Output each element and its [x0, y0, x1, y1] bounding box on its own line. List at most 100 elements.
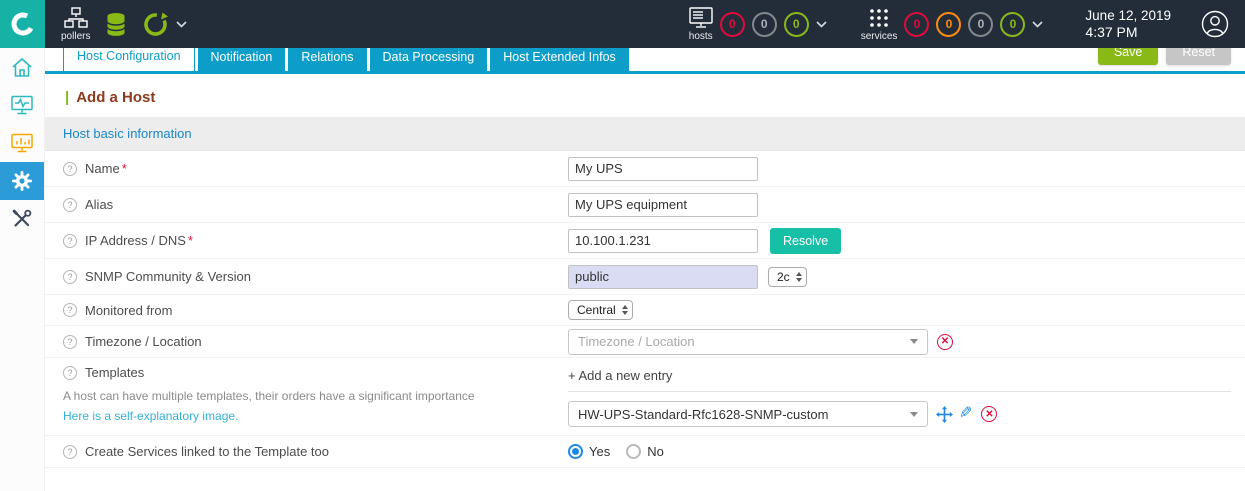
timezone-label: Timezone / Location: [85, 334, 202, 349]
help-icon[interactable]: ?: [63, 198, 77, 212]
move-template-handle[interactable]: [936, 406, 953, 423]
form-row-alias: ? Alias: [45, 187, 1245, 223]
monitor-icon: [689, 7, 713, 29]
alias-label: Alias: [85, 197, 113, 212]
chevron-down-icon: [910, 339, 918, 344]
gear-icon: [11, 170, 33, 192]
hosts-up-badge[interactable]: 0: [784, 12, 809, 37]
home-icon: [11, 57, 33, 78]
help-icon[interactable]: ?: [63, 303, 77, 317]
sitemap-icon: [64, 7, 88, 29]
sidebar-item-monitoring[interactable]: [0, 86, 44, 124]
centreon-c-icon: [8, 9, 38, 39]
monitored-from-label: Monitored from: [85, 303, 172, 318]
snmp-community-input[interactable]: [568, 265, 758, 289]
circular-arrows-icon: [142, 11, 169, 38]
title-text: Add a Host: [76, 89, 155, 106]
monitored-from-select[interactable]: Central: [568, 300, 633, 320]
delete-template-icon[interactable]: ✕: [981, 406, 997, 422]
help-icon[interactable]: ?: [63, 445, 77, 459]
dots-grid-icon: [868, 7, 890, 29]
database-icon: [106, 12, 126, 37]
yes-radio[interactable]: [568, 444, 583, 459]
form-row-monitored-from: ? Monitored from Central: [45, 295, 1245, 326]
section-host-basic-information: Host basic information: [45, 117, 1245, 151]
resolve-button[interactable]: Resolve: [770, 228, 841, 254]
chevron-down-icon[interactable]: [1032, 21, 1043, 28]
pollers-menu[interactable]: pollers: [61, 7, 90, 42]
form-row-timezone: ? Timezone / Location Timezone / Locatio…: [45, 326, 1245, 358]
centreon-logo[interactable]: [0, 0, 45, 48]
clear-timezone-icon[interactable]: ✕: [937, 334, 953, 350]
clock: June 12, 2019 4:37 PM: [1085, 7, 1171, 41]
sidebar-item-administration[interactable]: [0, 200, 44, 238]
sidebar-item-reporting[interactable]: [0, 124, 44, 162]
create-services-label: Create Services linked to the Template t…: [85, 444, 329, 459]
current-time: 4:37 PM: [1085, 24, 1171, 41]
edit-template-icon[interactable]: ✎: [959, 406, 972, 422]
services-critical-badge[interactable]: 0: [904, 12, 929, 37]
hosts-label: hosts: [689, 31, 713, 42]
snmp-version-select[interactable]: 2c: [768, 267, 807, 287]
templates-help-link[interactable]: Here is a self-explanatory image.: [63, 409, 238, 423]
help-icon[interactable]: ?: [63, 234, 77, 248]
monitored-from-value: Central: [577, 303, 616, 317]
form-row-create-services: ? Create Services linked to the Template…: [45, 436, 1245, 468]
ip-input[interactable]: [568, 229, 758, 253]
services-label: services: [861, 31, 898, 42]
hosts-down-badge[interactable]: 0: [720, 12, 745, 37]
form-row-name: ? Name*: [45, 151, 1245, 187]
name-label: Name*: [85, 161, 127, 176]
services-menu[interactable]: services: [861, 7, 898, 42]
template-select[interactable]: HW-UPS-Standard-Rfc1628-SNMP-custom: [568, 401, 928, 427]
select-stepper-icon: [622, 305, 628, 315]
chevron-down-icon: [910, 412, 918, 417]
chart-screen-icon: [11, 133, 33, 154]
chevron-down-icon[interactable]: [176, 21, 187, 28]
refresh-status[interactable]: [142, 11, 169, 38]
yes-label: Yes: [589, 444, 610, 459]
help-icon[interactable]: ?: [63, 162, 77, 176]
chevron-down-icon[interactable]: [816, 21, 827, 28]
timezone-select[interactable]: Timezone / Location: [568, 329, 928, 355]
no-label: No: [647, 444, 664, 459]
templates-note: A host can have multiple templates, thei…: [63, 389, 556, 404]
sidebar-item-home[interactable]: [0, 48, 44, 86]
pollers-label: pollers: [61, 31, 90, 42]
services-warning-badge[interactable]: 0: [936, 12, 961, 37]
services-ok-badge[interactable]: 0: [1000, 12, 1025, 37]
alias-input[interactable]: [568, 193, 758, 217]
title-pipe: |: [65, 89, 69, 106]
heartbeat-screen-icon: [11, 95, 33, 116]
sidebar: [0, 48, 45, 491]
create-services-radio-group: Yes No: [568, 444, 664, 459]
no-radio[interactable]: [626, 444, 641, 459]
required-asterisk: *: [122, 161, 127, 176]
sidebar-item-configuration[interactable]: [0, 162, 44, 200]
help-icon[interactable]: ?: [63, 270, 77, 284]
snmp-label: SNMP Community & Version: [85, 269, 251, 284]
hosts-unreachable-badge[interactable]: 0: [752, 12, 777, 37]
user-menu[interactable]: [1201, 10, 1229, 38]
form-row-ip: ? IP Address / DNS* Resolve: [45, 223, 1245, 259]
person-circle-icon: [1201, 10, 1229, 38]
page-title: | Add a Host: [65, 89, 1245, 106]
timezone-placeholder: Timezone / Location: [578, 334, 695, 349]
snmp-version-value: 2c: [777, 270, 790, 284]
services-unknown-badge[interactable]: 0: [968, 12, 993, 37]
help-icon[interactable]: ?: [63, 366, 77, 380]
form-row-templates: ? Templates A host can have multiple tem…: [45, 358, 1245, 436]
database-status[interactable]: [106, 12, 126, 37]
help-icon[interactable]: ?: [63, 335, 77, 349]
required-asterisk: *: [188, 233, 193, 248]
templates-label: Templates: [85, 365, 144, 380]
form-row-snmp: ? SNMP Community & Version 2c: [45, 259, 1245, 295]
name-input[interactable]: [568, 157, 758, 181]
main-content: Configuration > Hosts Host Configuration…: [45, 0, 1245, 468]
topbar: pollers hosts: [0, 0, 1245, 48]
select-stepper-icon: [796, 272, 802, 282]
add-template-entry-link[interactable]: + Add a new entry: [568, 365, 1231, 392]
ip-label: IP Address / DNS*: [85, 233, 193, 248]
tools-icon: [11, 208, 33, 230]
hosts-menu[interactable]: hosts: [689, 7, 713, 42]
